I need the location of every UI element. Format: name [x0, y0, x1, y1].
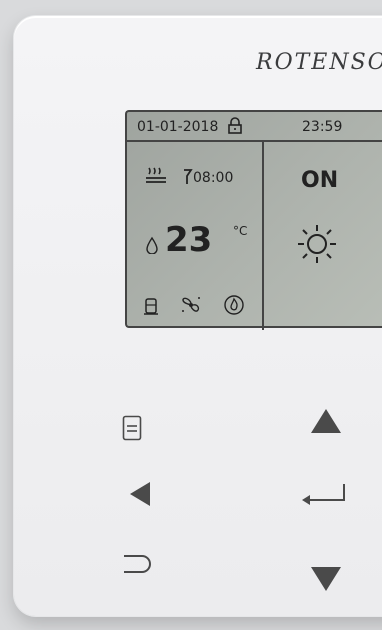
brand-logo: ROTENSO	[256, 50, 382, 75]
controller-view: ROTENSO 01-01-2018 23:59 08:00 23 °C ON	[0, 0, 382, 630]
power-state: ON	[301, 168, 339, 193]
left-arrow-icon[interactable]	[128, 480, 152, 508]
status-bar: 01-01-2018 23:59	[127, 112, 382, 142]
date-display: 01-01-2018	[137, 119, 219, 135]
sun-icon	[298, 225, 336, 263]
water-drop-icon	[146, 236, 158, 254]
lcd-screen: 01-01-2018 23:59 08:00 23 °C ON	[125, 110, 382, 330]
enter-icon[interactable]	[300, 480, 348, 508]
fan-icon	[182, 297, 200, 312]
time-display: 23:59	[302, 119, 343, 135]
menu-icon[interactable]	[122, 415, 142, 441]
heating-schedule-icon	[146, 167, 166, 183]
down-arrow-icon[interactable]	[309, 565, 343, 593]
temperature-unit: °C	[233, 224, 248, 238]
up-arrow-icon[interactable]	[309, 407, 343, 435]
column-divider	[262, 142, 264, 330]
water-tank-icon	[144, 298, 158, 315]
schedule-time: 08:00	[193, 170, 234, 186]
flame-icon	[224, 295, 244, 315]
back-icon[interactable]	[120, 550, 154, 580]
timer-icon	[184, 169, 193, 184]
water-temperature: 23	[165, 220, 213, 260]
lock-icon	[228, 117, 242, 134]
